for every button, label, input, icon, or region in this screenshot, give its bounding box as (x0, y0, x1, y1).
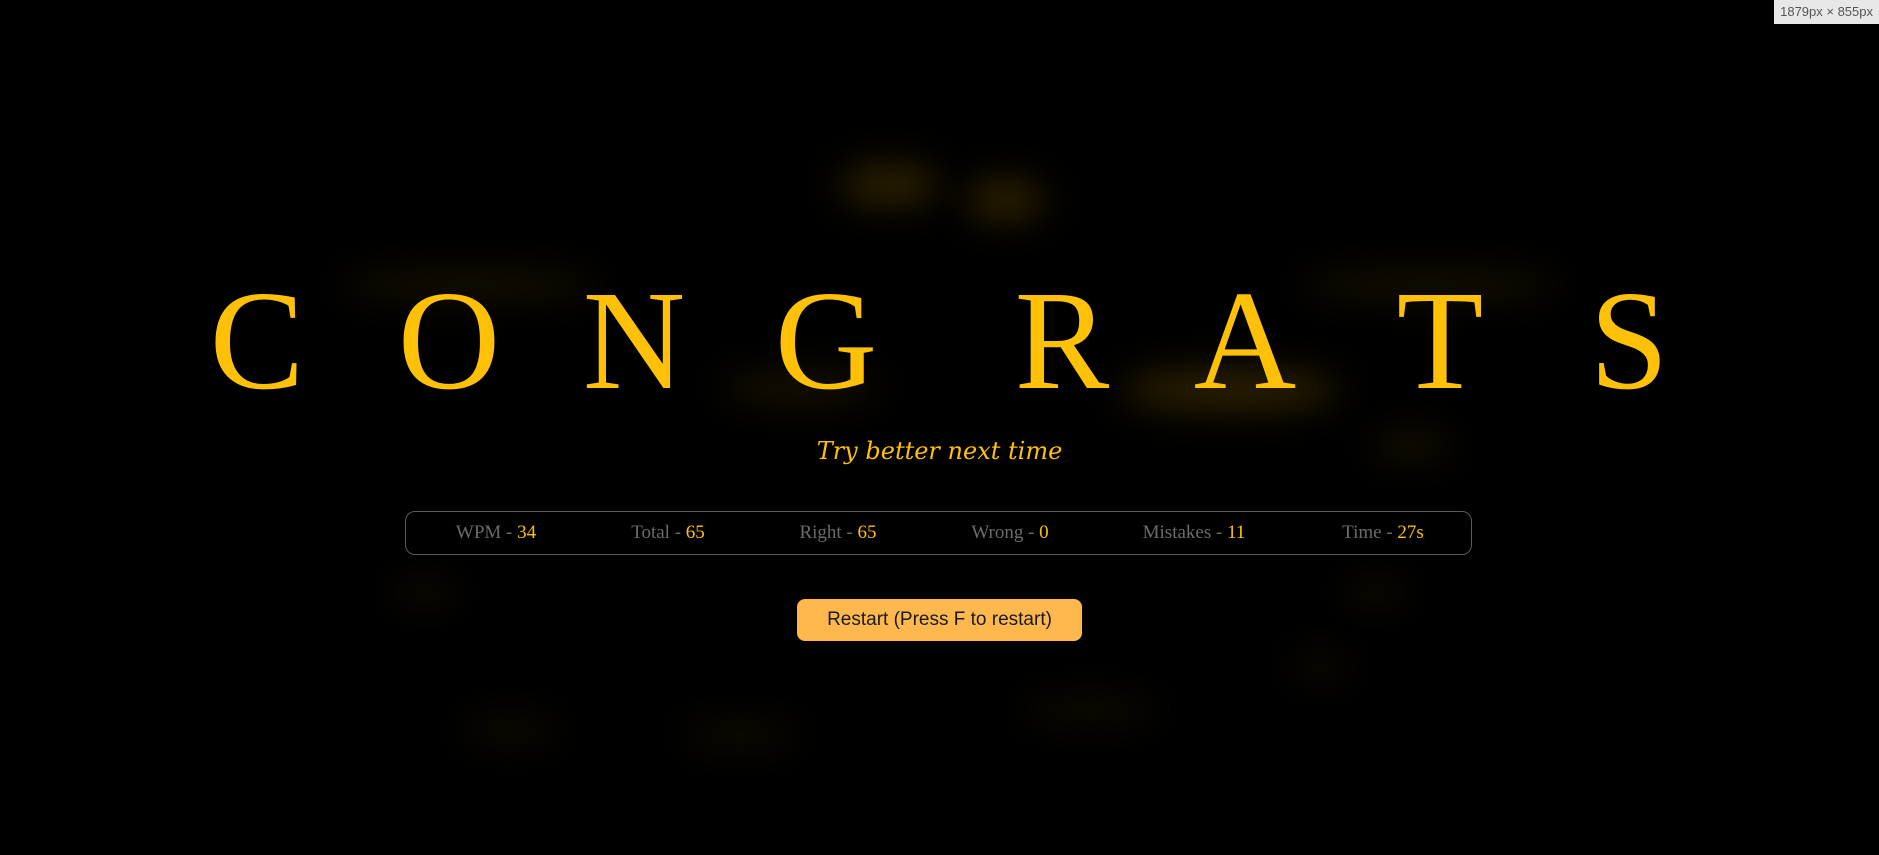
stat-label: Total - (631, 522, 686, 543)
headline-letter: S (1589, 261, 1669, 419)
headline-letter: O (397, 261, 501, 419)
viewport-size-badge: 1879px × 855px (1774, 0, 1879, 24)
stats-bar: WPM - 34 Total - 65 Right - 65 Wrong - 0… (405, 511, 1472, 555)
stat-mistakes: Mistakes - 11 (1143, 512, 1246, 554)
stat-total: Total - 65 (631, 512, 705, 554)
congrats-headline: C O N G R A T S (0, 265, 1879, 415)
headline-letter: C (209, 261, 305, 419)
headline-letter: N (582, 261, 686, 419)
stat-value: 0 (1039, 522, 1049, 543)
headline-letter: A (1193, 261, 1297, 419)
stat-label: WPM - (455, 522, 518, 543)
stat-time: Time - 27s (1342, 512, 1424, 554)
headline-letter: T (1396, 261, 1484, 419)
stat-value: 65 (857, 522, 877, 543)
restart-button[interactable]: Restart (Press F to restart) (797, 599, 1082, 641)
stat-label: Wrong - (971, 522, 1040, 543)
stat-label: Mistakes - (1142, 522, 1228, 543)
headline-letter: G (774, 261, 878, 419)
blurred-background-text (0, 0, 1879, 855)
stat-label: Time - (1342, 522, 1398, 543)
stat-value: 34 (517, 522, 537, 543)
stat-wpm: WPM - 34 (456, 512, 536, 554)
stat-right: Right - 65 (799, 512, 876, 554)
stat-wrong: Wrong - 0 (971, 512, 1048, 554)
subtitle-message: Try better next time (816, 437, 1063, 465)
stat-value: 11 (1227, 522, 1246, 543)
headline-letter: R (1014, 261, 1110, 419)
stat-label: Right - (799, 522, 858, 543)
stat-value: 65 (685, 522, 705, 543)
stat-value: 27s (1397, 522, 1424, 543)
